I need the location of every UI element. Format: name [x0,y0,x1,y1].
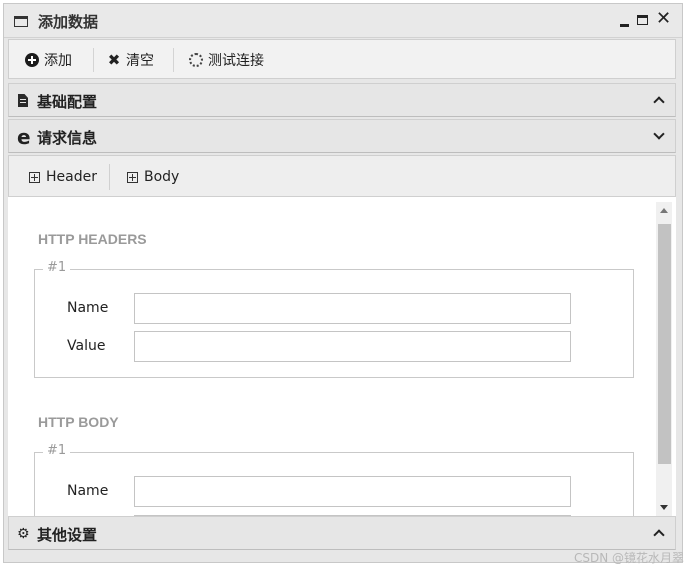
body-fieldset-legend: #1 [43,443,71,458]
minimize-button[interactable] [618,10,634,28]
panel-other-settings-label: 其他设置 [37,526,98,544]
gears-icon: ⚙ [17,526,30,542]
test-connection-button[interactable]: 测试连接 [189,49,264,71]
toolbar: 添加 ✖ 清空 测试连接 [8,39,676,79]
body-name-input[interactable] [134,476,571,507]
watermark: CSDN @镜花水月翠 [573,551,684,565]
edge-icon: e [17,125,31,149]
panel-request-info-label: 请求信息 [37,129,98,147]
toolbar-divider [173,48,174,72]
chevron-up-icon[interactable] [653,91,667,107]
tab-divider [109,164,110,190]
content-scrollbar[interactable] [656,202,672,516]
document-icon [17,93,31,109]
panel-request-info-header[interactable]: e 请求信息 [8,119,676,153]
header-name-input[interactable] [134,293,571,324]
request-content-area: HTTP HEADERS #1 Name Value HTTP BODY #1 … [8,197,676,516]
tab-body[interactable]: Body [127,166,179,188]
panel-basic-config-label: 基础配置 [37,93,98,111]
chevron-up-icon[interactable] [653,524,667,540]
panel-other-settings-header[interactable]: ⚙ 其他设置 [8,516,676,550]
panel-basic-config-header[interactable]: 基础配置 [8,83,676,117]
tab-header-label: Header [46,169,97,185]
request-subtabs: Header Body [8,155,676,197]
header-value-input[interactable] [134,331,571,362]
expand-plus-icon [29,171,40,183]
close-button[interactable]: ✕ [656,10,672,28]
header-name-label: Name [67,300,109,316]
body-name-label: Name [67,483,109,499]
maximize-button[interactable] [636,10,652,28]
tab-body-label: Body [144,169,180,185]
header-value-label: Value [67,338,106,354]
test-connection-label: 测试连接 [208,53,264,69]
window-icon [14,16,28,27]
title-bar: 添加数据 ✕ [4,4,682,38]
http-headers-title: HTTP HEADERS [38,231,147,247]
add-button[interactable]: 添加 [25,49,72,71]
header-fieldset-legend: #1 [43,260,71,275]
window-title: 添加数据 [38,13,99,31]
tab-header[interactable]: Header [29,166,97,188]
body-fieldset: #1 Name [34,443,634,516]
add-button-label: 添加 [44,53,72,69]
close-icon: ✖ [107,51,121,69]
clear-button-label: 清空 [126,53,154,69]
http-body-title: HTTP BODY [38,414,119,430]
plus-circle-icon [25,53,39,67]
chevron-down-icon[interactable] [653,127,667,143]
expand-plus-icon [127,171,138,183]
clear-button[interactable]: ✖ 清空 [107,49,154,71]
scroll-down-arrow-icon[interactable] [660,505,668,510]
toolbar-divider [93,48,94,72]
scrollbar-thumb[interactable] [658,224,671,464]
add-data-window: 添加数据 ✕ 添加 ✖ 清空 测试连接 基础配置 e 请求信息 Header B… [3,3,683,563]
scroll-up-arrow-icon[interactable] [660,208,668,213]
spinner-icon [189,53,203,67]
header-fieldset: #1 Name Value [34,260,634,378]
